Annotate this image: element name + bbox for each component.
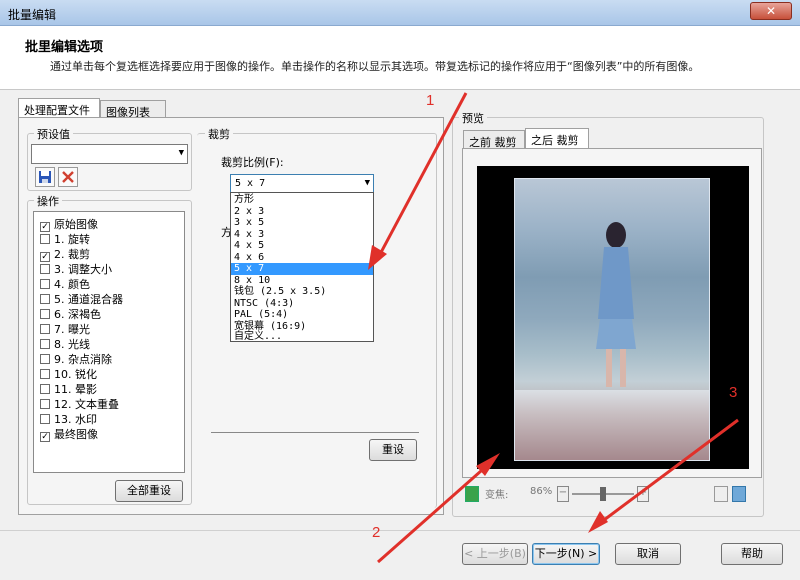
- annotation-2: 2: [372, 524, 381, 541]
- annotation-1: 1: [426, 92, 435, 109]
- annotation-arrows: [368, 92, 739, 564]
- annotation-3: 3: [729, 384, 738, 401]
